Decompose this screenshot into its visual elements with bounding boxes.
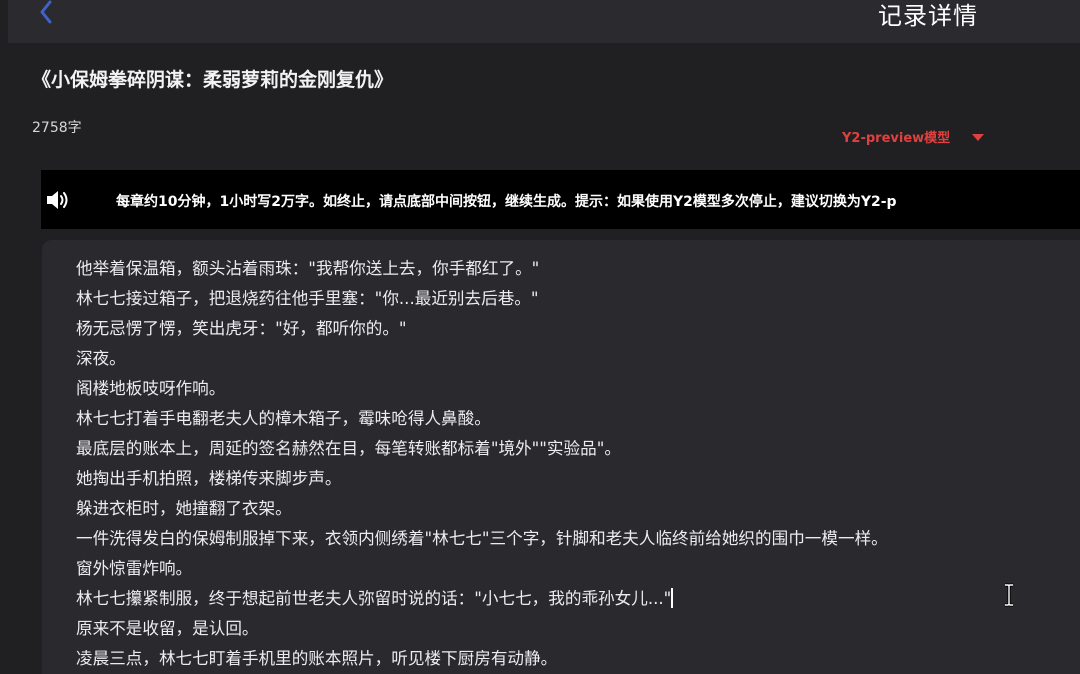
- model-dropdown[interactable]: Y2-preview模型: [842, 127, 985, 146]
- story-line: 原来不是收留，是认回。: [76, 619, 259, 638]
- story-line: 阁楼地板吱呀作响。: [76, 379, 226, 398]
- text-caret: [671, 588, 674, 608]
- book-title: 《小保姆拳碎阴谋：柔弱萝莉的金刚复仇》: [32, 69, 394, 91]
- top-bar: 记录详情: [8, 0, 1080, 43]
- record-detail-page: 记录详情 《小保姆拳碎阴谋：柔弱萝莉的金刚复仇》 2758字 Y2-previe…: [0, 0, 1080, 674]
- text-cursor-icon: [1005, 583, 1013, 607]
- story-line-with-caret: 林七七攥紧制服，终于想起前世老夫人弥留时说的话："小七七，我的乖孙女儿...": [76, 584, 888, 614]
- story-line: 林七七攥紧制服，终于想起前世老夫人弥留时说的话："小七七，我的乖孙女儿...": [76, 589, 672, 608]
- model-dropdown-label: Y2-preview模型: [842, 131, 951, 146]
- caret-down-icon: [972, 133, 985, 141]
- story-line: 他举着保温箱，额头沾着雨珠："我帮你送上去，你手都红了。": [76, 259, 540, 278]
- word-count: 2758字: [32, 120, 82, 136]
- story-line: 深夜。: [76, 349, 126, 368]
- story-content[interactable]: 他举着保温箱，额头沾着雨珠："我帮你送上去，你手都红了。" 林七七接过箱子，把退…: [42, 240, 1080, 674]
- story-line: 最底层的账本上，周延的签名赫然在目，每笔转账都标着"境外""实验品"。: [76, 439, 621, 458]
- chevron-left-icon[interactable]: [34, 0, 58, 26]
- story-line: 凌晨三点，林七七盯着手机里的账本照片，听见楼下厨房有动静。: [76, 649, 558, 668]
- notice-text: 每章约10分钟，1小时写2万字。如终止，请点底部中间按钮，继续生成。提示：如果使…: [116, 194, 897, 210]
- story-lines: 他举着保温箱，额头沾着雨珠："我帮你送上去，你手都红了。" 林七七接过箱子，把退…: [76, 254, 888, 674]
- story-line: 她掏出手机拍照，楼梯传来脚步声。: [76, 469, 342, 488]
- story-line: 林七七接过箱子，把退烧药往他手里塞："你...最近别去后巷。": [76, 289, 539, 308]
- speaker-icon[interactable]: [45, 189, 69, 211]
- story-line: 林七七打着手电翻老夫人的樟木箱子，霉味呛得人鼻酸。: [76, 409, 491, 428]
- story-line: 窗外惊雷炸响。: [76, 559, 193, 578]
- story-line: 杨无忌愣了愣，笑出虎牙："好，都听你的。": [76, 319, 407, 338]
- page-title: 记录详情: [878, 2, 978, 30]
- notice-bar: 每章约10分钟，1小时写2万字。如终止，请点底部中间按钮，继续生成。提示：如果使…: [41, 170, 1080, 229]
- story-line: 一件洗得发白的保姆制服掉下来，衣领内侧绣着"林七七"三个字，针脚和老夫人临终前给…: [76, 529, 888, 548]
- story-line: 躲进衣柜时，她撞翻了衣架。: [76, 499, 292, 518]
